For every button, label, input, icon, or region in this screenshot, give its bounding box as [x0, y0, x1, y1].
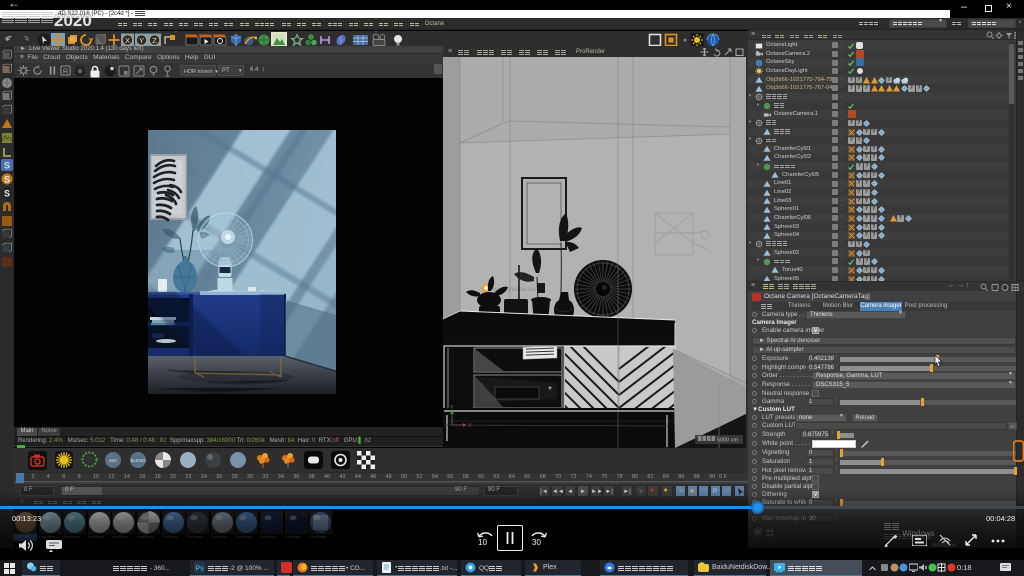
svg-text:Y: Y [139, 36, 144, 45]
svg-text:X: X [125, 36, 130, 45]
svg-text:Z: Z [152, 36, 157, 45]
svg-text:S: S [4, 175, 10, 185]
svg-text:S: S [4, 161, 10, 171]
svg-text:Ps: Ps [195, 566, 204, 573]
svg-text:BLEND: BLEND [130, 458, 146, 463]
svg-text:MIX: MIX [109, 458, 117, 463]
svg-text:R: R [63, 66, 68, 75]
svg-text:S: S [4, 189, 10, 199]
svg-text:5000 cm: 5000 cm [717, 438, 739, 444]
svg-text:*: * [548, 385, 552, 396]
